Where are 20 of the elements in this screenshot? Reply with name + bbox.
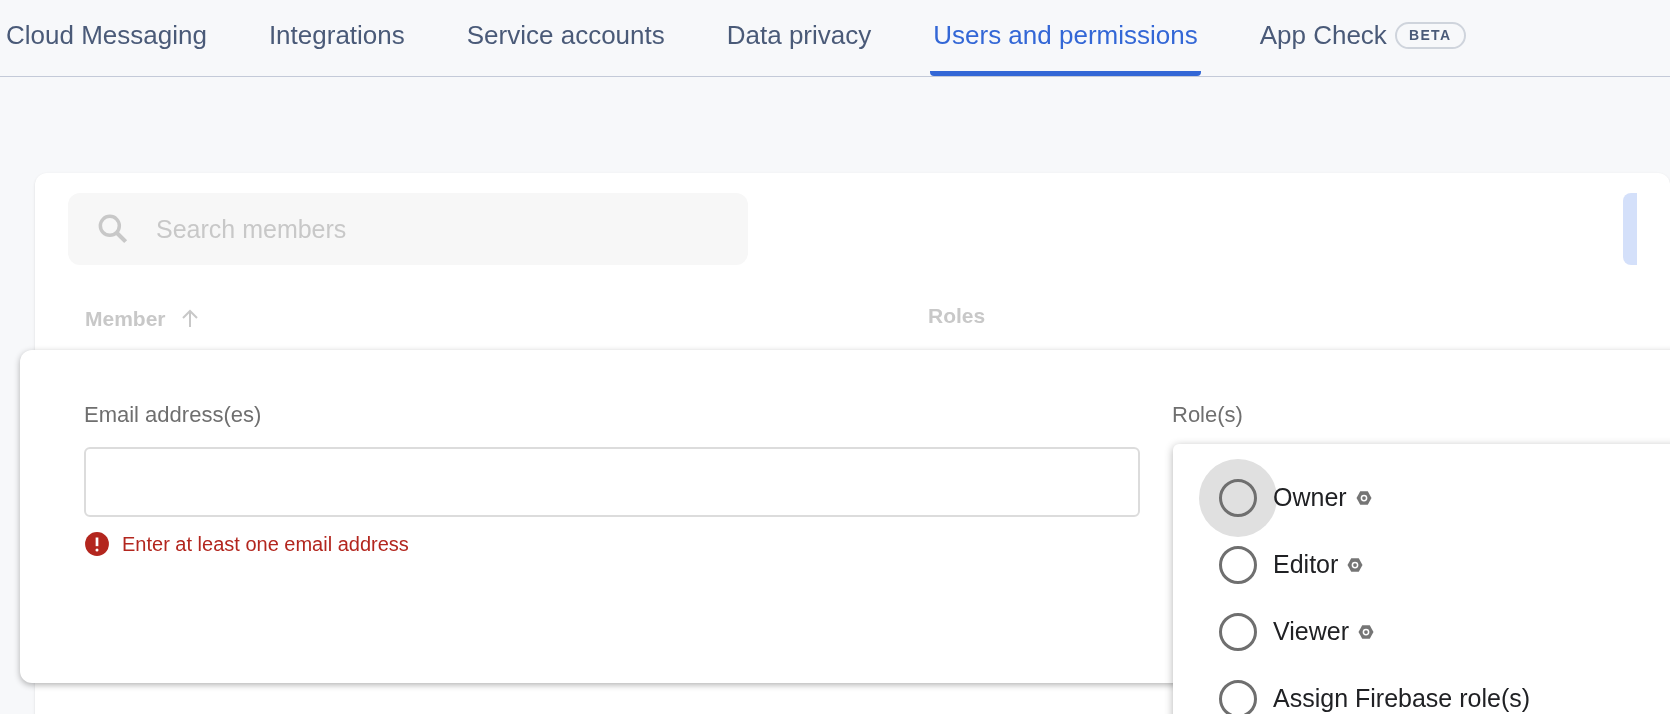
- radio-button[interactable]: [1219, 478, 1257, 517]
- role-label[interactable]: Editor: [1273, 545, 1339, 584]
- email-input-field[interactable]: [84, 447, 1140, 517]
- tab[interactable]: App Check BETA: [1256, 0, 1469, 76]
- beta-badge: BETA: [1394, 21, 1466, 49]
- role-label[interactable]: Assign Firebase role(s): [1273, 679, 1531, 714]
- field-label: Role(s): [1172, 401, 1243, 429]
- field-label: Email address(es): [84, 401, 263, 429]
- role-label[interactable]: Viewer: [1273, 612, 1349, 651]
- tab[interactable]: Service accounts: [463, 0, 668, 76]
- tab[interactable]: Data privacy: [723, 0, 875, 76]
- error-message: Enter at least one email address: [122, 532, 409, 557]
- tab[interactable]: Users and permissions: [930, 0, 1201, 76]
- radio-button[interactable]: [1219, 679, 1257, 714]
- radio-button[interactable]: [1219, 612, 1257, 651]
- tab[interactable]: Cloud Messaging: [3, 0, 210, 76]
- tab[interactable]: Integrations: [265, 0, 408, 76]
- role-label[interactable]: Owner: [1273, 478, 1347, 517]
- radio-button[interactable]: [1219, 545, 1257, 584]
- error-icon: [84, 531, 110, 557]
